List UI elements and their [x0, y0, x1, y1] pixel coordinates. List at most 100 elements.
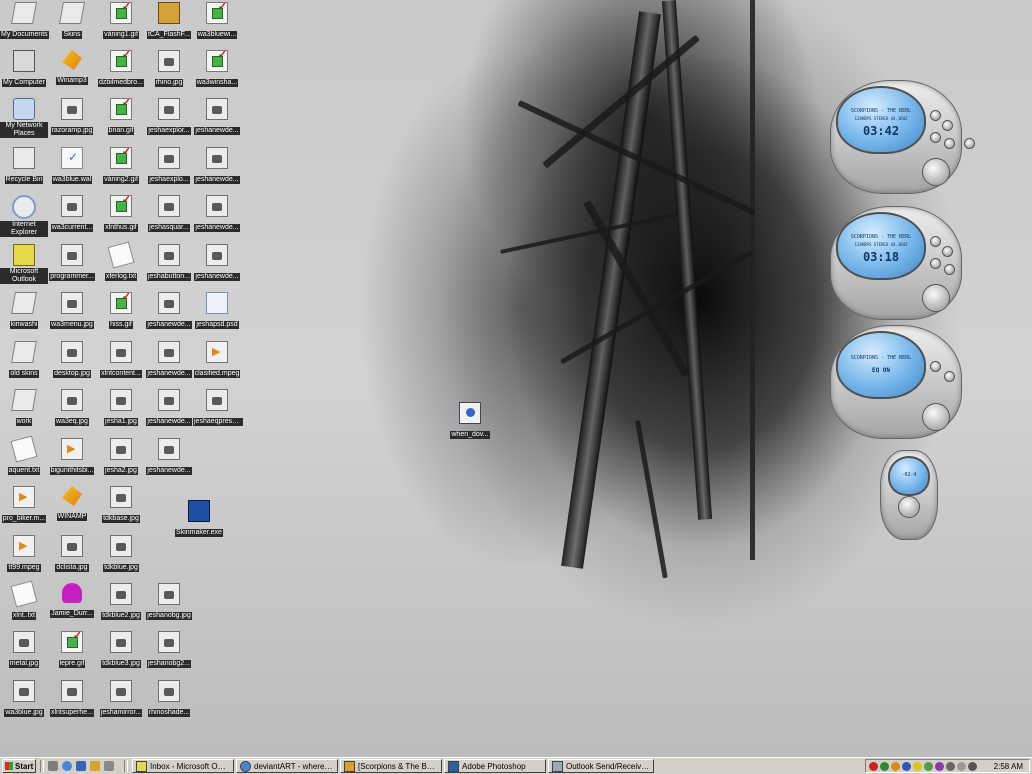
start-button[interactable]: Start: [2, 759, 36, 773]
desktop-icon-jeshanewde-c4-4[interactable]: jeshanewde...: [145, 438, 193, 480]
desktop-icon-jeshanewde-c5-4[interactable]: jeshanewde...: [193, 244, 241, 286]
desktop-icon-jeshanewde-c5-3[interactable]: jeshanewde...: [193, 195, 241, 237]
winamp-player-1[interactable]: SCORPIONS - THE BERL 128KBPS STEREO 44.1…: [830, 80, 980, 198]
winamp-quick-icon[interactable]: [90, 761, 100, 771]
desktop-icon-aquent-txt[interactable]: aquent.txt: [0, 435, 48, 480]
tray-chat-icon[interactable]: [913, 762, 922, 771]
tray-display-icon[interactable]: [946, 762, 955, 771]
outlook-express-icon[interactable]: [76, 761, 86, 771]
pause-button[interactable]: [942, 120, 953, 131]
winamp-equalizer[interactable]: SCORPIONS - THE BERL EQ ON: [830, 325, 980, 443]
preset-button[interactable]: [944, 371, 955, 382]
volume-knob[interactable]: [922, 284, 950, 312]
desktop-icon-xlntcontent[interactable]: xlntcontent...: [97, 341, 145, 383]
play-button[interactable]: [930, 110, 941, 121]
desktop-icon-jeshanewde-c4-1[interactable]: jeshanewde...: [145, 292, 193, 334]
desktop-icon-wa3winsha[interactable]: wa3winsha...: [193, 48, 241, 92]
desktop-icon-jeshanewde-c5-1[interactable]: jeshanewde...: [193, 98, 241, 140]
task-outlook-inbox[interactable]: Inbox - Microsoft Outlook: [132, 759, 234, 773]
desktop-icon-tdkblue3-jpg[interactable]: tdkblue3.jpg: [97, 631, 145, 673]
desktop-icon-wa3current[interactable]: wa3current...: [48, 195, 96, 237]
tray-shield-icon[interactable]: [869, 762, 878, 771]
desktop-icon-skins[interactable]: Skins: [48, 2, 96, 44]
internet-explorer-icon[interactable]: [62, 761, 72, 771]
desktop-icon-programmer[interactable]: programmer...: [48, 244, 96, 286]
winamp-mini-player[interactable]: -02:4: [880, 450, 942, 542]
desktop-icon-jesha1-jpg[interactable]: jesha1.jpg: [97, 389, 145, 431]
desktop-icon-vaning1-gif[interactable]: våning1.gif: [97, 0, 145, 44]
clock[interactable]: 2:58 AM: [994, 762, 1023, 771]
desktop-icon-skinmaker-exe[interactable]: Skinmaker.exe: [174, 500, 224, 542]
play-button[interactable]: [930, 236, 941, 247]
winamp-player-2[interactable]: SCORPIONS - THE BERL 128KBPS STEREO 44.1…: [830, 206, 980, 324]
play-button[interactable]: [898, 496, 920, 518]
desktop-icon-dclista-jpg[interactable]: dclista.jpg: [48, 535, 96, 577]
desktop-icon-rhino-jpg[interactable]: rhino.jpg: [145, 50, 193, 92]
desktop-icon-jeshanewde-c4-3[interactable]: jeshanewde...: [145, 389, 193, 431]
desktop-icon-pro-biker[interactable]: pro_biker.m...: [0, 486, 48, 528]
desktop-icon-jeshabutton[interactable]: jeshabutton...: [145, 244, 193, 286]
desktop-icon-wa3blue-jpg[interactable]: wa3blue.jpg: [0, 680, 48, 722]
show-desktop-icon[interactable]: [48, 761, 58, 771]
next-button[interactable]: [944, 264, 955, 275]
next-button[interactable]: [944, 138, 955, 149]
task-deviantart[interactable]: deviantART - where art m...: [236, 759, 338, 773]
desktop-icon-old-skins[interactable]: old skins: [0, 341, 48, 383]
desktop-icon-xlnthus-gif[interactable]: xlnthus.gif: [97, 193, 145, 237]
desktop-icon-jesha2-jpg[interactable]: jesha2.jpg: [97, 438, 145, 480]
desktop-icon-clasified-mpeg[interactable]: clasified.mpeg: [193, 341, 241, 383]
desktop-icon-wa3eq-jpg[interactable]: wa3eq.jpg: [48, 389, 96, 431]
desktop-icon-jeshanewde-c5-2[interactable]: jeshanewde...: [193, 147, 241, 189]
desktop-icon-work[interactable]: work: [0, 389, 48, 431]
desktop-icon-jeshaeqpresets[interactable]: jeshaeqpresets.jpg: [193, 389, 243, 431]
desktop-icon-dzbilmedbro[interactable]: dzbilmedbro...: [97, 48, 145, 92]
volume-knob[interactable]: [922, 403, 950, 431]
desktop-icon-when-dov[interactable]: when_dov...: [446, 402, 494, 444]
desktop-icon-jeshanobg-jpg[interactable]: jeshanobg.jpg: [145, 583, 193, 625]
desktop-icon-bigunithits[interactable]: bigunithitsbi...: [48, 438, 96, 480]
desktop-icon-jeshaexplor-1[interactable]: jeshaexplor...: [145, 98, 193, 140]
desktop-icon-jeshanobg2[interactable]: jeshanobg2...: [145, 631, 193, 673]
desktop-icon-my-computer[interactable]: My Computer: [0, 50, 48, 92]
desktop-icon-tdkblue2-jpg[interactable]: tdkblue2.jpg: [97, 583, 145, 625]
desktop-icon-my-network-places[interactable]: My Network Places: [0, 98, 48, 143]
stop-button[interactable]: [930, 132, 941, 143]
desktop-icon-rhinoshade[interactable]: rhinoshade...: [145, 680, 193, 722]
desktop-icon-lepre-gif[interactable]: lepre.gif: [48, 629, 96, 673]
desktop-icon-razoramp-jpg[interactable]: razoramp.jpg: [48, 98, 96, 140]
desktop-icon-desktop-jpg[interactable]: desktop.jpg: [48, 341, 96, 383]
desktop[interactable]: My Documents My Computer My Network Places…: [0, 0, 1032, 757]
desktop-icon-xlntsuperhe[interactable]: xlntsuperhe...: [48, 680, 96, 722]
desktop-icon-microsoft-outlook[interactable]: Microsoft Outlook: [0, 244, 48, 289]
desktop-icon-xlnt-txt[interactable]: xlnt..txt: [0, 580, 48, 625]
desktop-icon-tdkbase-jpg[interactable]: tdkbase.jpg: [97, 486, 145, 528]
desktop-icon-jeshapsd-psd[interactable]: jeshapsd.psd: [193, 292, 241, 334]
tray-media-icon[interactable]: [935, 762, 944, 771]
tray-tool-icon[interactable]: [968, 762, 977, 771]
desktop-icon-recycle-bin[interactable]: Recycle Bin: [0, 147, 48, 189]
tray-network-icon[interactable]: [880, 762, 889, 771]
desktop-icon-internet-explorer[interactable]: Internet Explorer: [0, 195, 48, 242]
eq-button[interactable]: [930, 361, 941, 372]
tray-messenger-icon[interactable]: [902, 762, 911, 771]
desktop-icon-xferlog-txt[interactable]: xferlog.txt: [97, 241, 145, 286]
desktop-icon-brian-gif[interactable]: brian.gif: [97, 96, 145, 140]
task-winamp[interactable]: [Scorpions & The Berlin P...: [340, 759, 442, 773]
desktop-icon-my-documents[interactable]: My Documents: [0, 2, 49, 44]
desktop-icon-wa3bluewi[interactable]: wa3bluewi...: [193, 0, 241, 44]
desktop-icon-tca-flashf[interactable]: tCA_FlashF...: [145, 2, 193, 44]
quick-launch-icon[interactable]: [104, 761, 114, 771]
tray-volume-icon[interactable]: [957, 762, 966, 771]
desktop-icon-wa3blue-wal[interactable]: wa3blue.wal: [48, 147, 96, 189]
desktop-icon-metal-jpg[interactable]: metal.jpg: [0, 631, 48, 673]
desktop-icon-wa3menu-jpg[interactable]: wa3menu.jpg: [48, 292, 96, 334]
task-outlook-sendreceive[interactable]: Outlook Send/Receive Pr...: [548, 759, 654, 773]
desktop-icon-jeshanewde-c4-2[interactable]: jeshanewde...: [145, 341, 193, 383]
desktop-icon-kinwashi[interactable]: kinwashi: [0, 292, 48, 334]
desktop-icon-jeshasquar[interactable]: jeshasquar...: [145, 195, 193, 237]
desktop-icon-jamie-durr[interactable]: Jamie_Durr...: [48, 583, 96, 623]
desktop-icon-tdkblue-jpg[interactable]: tdkblue.jpg: [97, 535, 145, 577]
stop-button[interactable]: [930, 258, 941, 269]
tray-app-icon[interactable]: [891, 762, 900, 771]
desktop-icon-vaning2-gif[interactable]: våning2.gif: [97, 145, 145, 189]
